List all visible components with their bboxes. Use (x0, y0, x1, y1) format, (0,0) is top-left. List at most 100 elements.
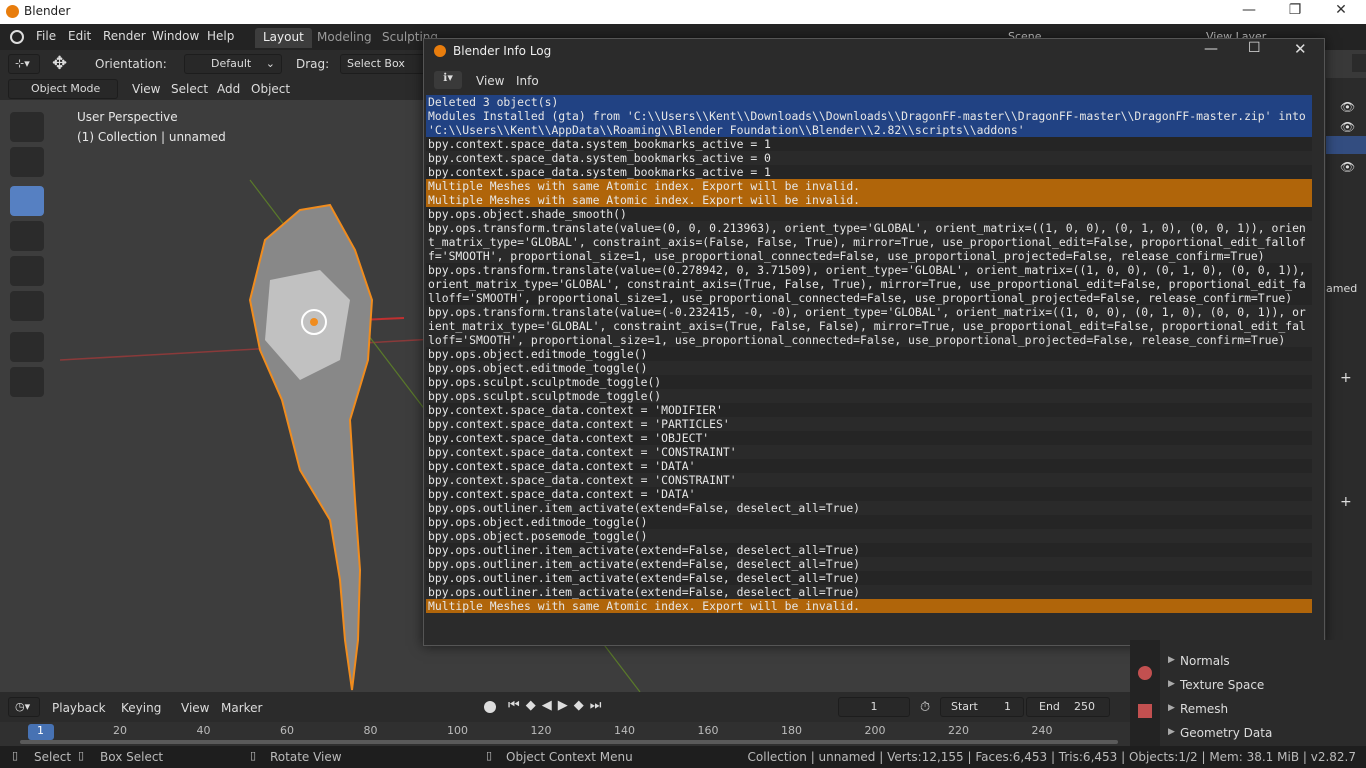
log-line[interactable]: bpy.ops.outliner.item_activate(extend=Fa… (426, 571, 1312, 585)
object-origin (310, 318, 318, 326)
visibility-eye-icon[interactable]: 👁 (1340, 100, 1355, 114)
material-tab-icon[interactable] (1138, 666, 1152, 680)
log-line[interactable]: bpy.context.space_data.system_bookmarks_… (426, 165, 1312, 179)
tick-label: 40 (196, 724, 211, 737)
log-line[interactable]: Deleted 3 object(s) (426, 95, 1312, 109)
tab-modeling[interactable]: Modeling (309, 28, 380, 48)
transform-pivot-icon[interactable]: ⊹▾ (8, 54, 40, 74)
start-frame-field[interactable]: Start 1 (940, 697, 1024, 717)
log-line[interactable]: bpy.ops.outliner.item_activate(extend=Fa… (426, 585, 1312, 599)
menu-playback[interactable]: Playback (52, 701, 106, 715)
menu-info[interactable]: Info (516, 74, 539, 88)
playback-controls[interactable]: ⏮◆◀▶◆⏭ (508, 698, 607, 713)
editor-type-icon[interactable]: ℹ▾ (434, 71, 462, 89)
panel-geometry-data[interactable]: Geometry Data (1180, 726, 1272, 740)
maximize-button[interactable]: ❐ (1272, 2, 1318, 22)
log-line[interactable]: bpy.ops.object.editmode_toggle() (426, 515, 1312, 529)
log-line[interactable]: bpy.context.space_data.context = 'MODIFI… (426, 403, 1312, 417)
log-line[interactable]: bpy.context.space_data.context = 'PARTIC… (426, 417, 1312, 431)
end-frame-field[interactable]: End 250 (1026, 697, 1110, 717)
log-line[interactable]: bpy.ops.outliner.item_activate(extend=Fa… (426, 501, 1312, 515)
menu-object[interactable]: Object (251, 82, 290, 96)
log-line[interactable]: Modules Installed (gta) from 'C:\\Users\… (426, 109, 1312, 137)
select-box-tool-icon[interactable] (10, 112, 44, 142)
visibility-eye-icon[interactable]: 👁 (1340, 160, 1355, 174)
rotate-tool-icon[interactable] (10, 221, 44, 251)
menu-view[interactable]: View (476, 74, 504, 88)
log-line[interactable]: bpy.ops.object.editmode_toggle() (426, 361, 1312, 375)
log-line[interactable]: bpy.context.space_data.context = 'DATA' (426, 487, 1312, 501)
minimize-button[interactable]: — (1226, 2, 1272, 22)
filter-icon[interactable] (1352, 54, 1366, 72)
cursor-tool-icon[interactable] (10, 147, 44, 177)
measure-tool-icon[interactable] (10, 367, 44, 397)
menu-file[interactable]: File (36, 29, 56, 43)
scale-tool-icon[interactable] (10, 256, 44, 286)
add-slot-button[interactable]: + (1340, 370, 1352, 386)
log-line[interactable]: bpy.context.space_data.system_bookmarks_… (426, 151, 1312, 165)
info-log-list[interactable]: Deleted 3 object(s) Modules Installed (gt… (426, 95, 1312, 643)
log-warning-line[interactable]: Multiple Meshes with same Atomic index. … (426, 599, 1312, 613)
blender-menu-icon[interactable] (10, 30, 24, 44)
log-line[interactable]: bpy.ops.object.editmode_toggle() (426, 347, 1312, 361)
start-label: Start (951, 700, 978, 713)
log-line[interactable]: bpy.ops.sculpt.sculptmode_toggle() (426, 389, 1312, 403)
drag-dropdown[interactable]: Select Box (340, 54, 430, 74)
log-line[interactable]: bpy.ops.object.posemode_toggle() (426, 529, 1312, 543)
log-line[interactable]: bpy.context.space_data.context = 'OBJECT… (426, 431, 1312, 445)
log-warning-line[interactable]: Multiple Meshes with same Atomic index. … (426, 179, 1312, 193)
texture-tab-icon[interactable] (1138, 704, 1152, 718)
timeline-ruler[interactable]: 1 20 40 60 80 100 120 140 160 180 200 220 240 (0, 722, 1130, 746)
log-line[interactable]: bpy.ops.sculpt.sculptmode_toggle() (426, 375, 1312, 389)
menu-select[interactable]: Select (171, 82, 208, 96)
log-warning-line[interactable]: Multiple Meshes with same Atomic index. … (426, 193, 1312, 207)
mode-dropdown[interactable]: Object Mode (8, 79, 118, 99)
menu-add[interactable]: Add (217, 82, 240, 96)
menu-help[interactable]: Help (207, 29, 234, 43)
panel-remesh[interactable]: Remesh (1180, 702, 1228, 716)
add-slot-button[interactable]: + (1340, 494, 1352, 510)
tick-label: 220 (948, 724, 969, 737)
panel-normals[interactable]: Normals (1180, 654, 1230, 668)
maximize-button[interactable]: ☐ (1248, 40, 1261, 56)
properties-panel-upper: amed + + (1326, 278, 1366, 640)
log-line[interactable]: bpy.context.space_data.context = 'CONSTR… (426, 473, 1312, 487)
menu-marker[interactable]: Marker (221, 701, 262, 715)
panel-texture-space[interactable]: Texture Space (1180, 678, 1264, 692)
menu-view[interactable]: View (181, 701, 209, 715)
menu-view[interactable]: View (132, 82, 160, 96)
close-button[interactable]: ✕ (1318, 2, 1364, 22)
editor-type-icon[interactable]: ◷▾ (8, 697, 40, 717)
tick-label: 240 (1031, 724, 1053, 737)
annotate-tool-icon[interactable] (10, 332, 44, 362)
minimize-button[interactable]: — (1204, 41, 1218, 57)
log-line[interactable]: bpy.ops.outliner.item_activate(extend=Fa… (426, 543, 1312, 557)
menu-window[interactable]: Window (152, 29, 199, 43)
blender-logo-icon (6, 5, 19, 18)
visibility-eye-icon[interactable]: 👁 (1340, 120, 1355, 134)
menu-edit[interactable]: Edit (68, 29, 91, 43)
start-value: 1 (1004, 700, 1011, 713)
move-gizmo-icon[interactable]: ✥ (52, 53, 67, 74)
log-line[interactable]: bpy.ops.object.shade_smooth() (426, 207, 1312, 221)
current-frame-field[interactable]: 1 (838, 697, 910, 717)
transform-tool-icon[interactable] (10, 291, 44, 321)
menu-keying[interactable]: Keying (121, 701, 161, 715)
log-line[interactable]: bpy.context.space_data.context = 'CONSTR… (426, 445, 1312, 459)
log-line[interactable]: bpy.ops.transform.translate(value=(0.278… (426, 263, 1312, 305)
tab-layout[interactable]: Layout (255, 28, 312, 48)
status-bar: ▯ Select ▯ Box Select ▯ Rotate View ▯ Ob… (0, 746, 1366, 768)
stopwatch-icon[interactable]: ⏱ (920, 700, 930, 715)
log-line[interactable]: bpy.context.space_data.system_bookmarks_… (426, 137, 1312, 151)
log-line[interactable]: bpy.ops.transform.translate(value=(0, 0,… (426, 221, 1312, 263)
close-button[interactable]: ✕ (1294, 40, 1307, 58)
selected-outliner-row[interactable] (1326, 136, 1366, 154)
record-icon[interactable] (484, 701, 496, 713)
log-line[interactable]: bpy.context.space_data.context = 'DATA' (426, 459, 1312, 473)
log-line[interactable]: bpy.ops.transform.translate(value=(-0.23… (426, 305, 1312, 347)
move-tool-icon[interactable] (10, 186, 44, 216)
log-line[interactable]: bpy.ops.outliner.item_activate(extend=Fa… (426, 557, 1312, 571)
menu-render[interactable]: Render (103, 29, 146, 43)
timeline-scrollbar[interactable] (20, 740, 1118, 744)
orientation-dropdown[interactable]: Default ⌄ (184, 54, 282, 74)
